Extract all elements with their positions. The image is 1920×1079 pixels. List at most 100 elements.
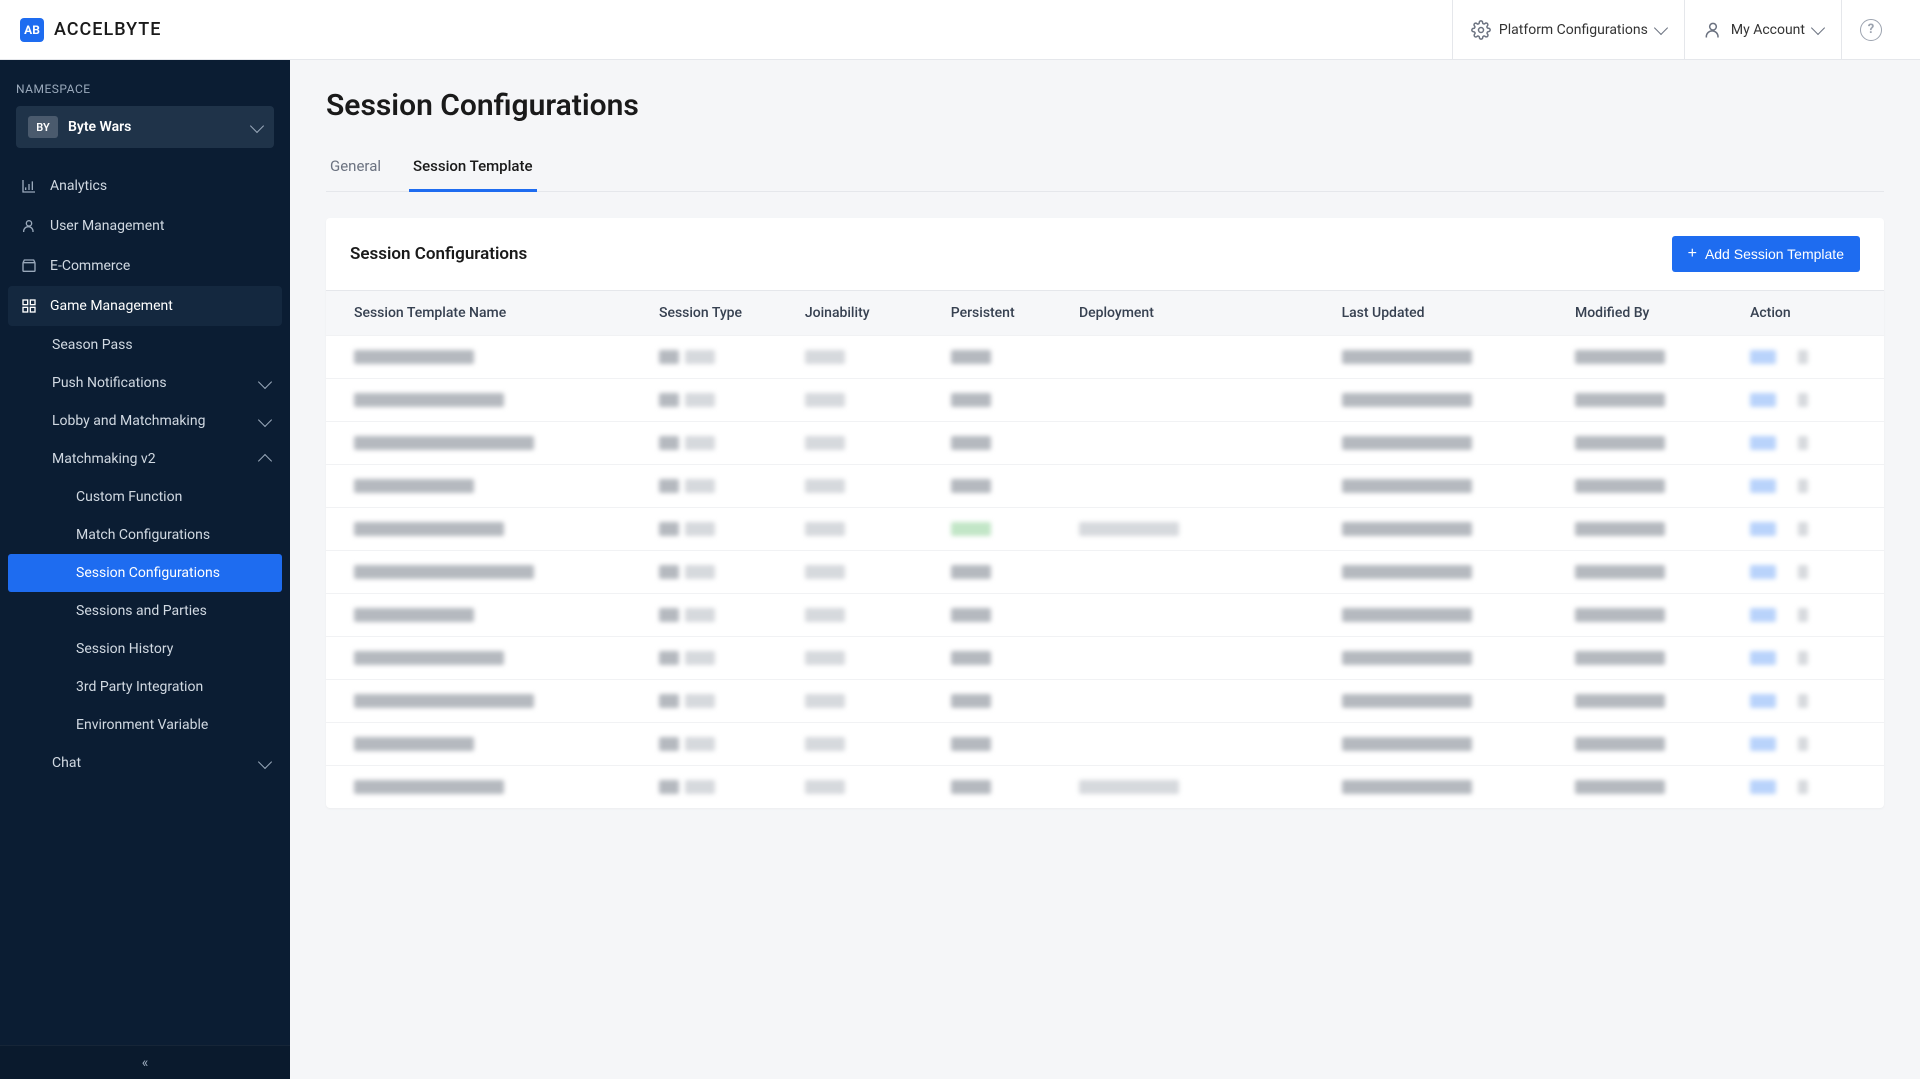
my-account-label: My Account	[1731, 22, 1805, 38]
tabs: General Session Template	[326, 147, 1884, 192]
cell-modified-by	[1563, 680, 1738, 723]
sidebar-item-sessions-parties[interactable]: Sessions and Parties	[0, 592, 290, 630]
my-account-menu[interactable]: My Account	[1684, 0, 1841, 60]
sidebar-item-push-notifications[interactable]: Push Notifications	[0, 364, 290, 402]
cell-name	[326, 422, 647, 465]
cell-last-updated	[1330, 680, 1563, 723]
cell-joinability	[793, 723, 939, 766]
cell-action[interactable]	[1738, 336, 1884, 379]
analytics-icon	[20, 177, 38, 195]
chevron-down-icon	[258, 374, 272, 388]
tab-session-template[interactable]: Session Template	[409, 147, 537, 192]
chevron-up-icon	[258, 453, 272, 467]
cell-modified-by	[1563, 594, 1738, 637]
sidebar-item-label: E-Commerce	[50, 258, 130, 274]
chevron-down-icon	[258, 412, 272, 426]
cell-name	[326, 508, 647, 551]
col-joinability: Joinability	[793, 291, 939, 336]
cell-persistent	[939, 723, 1067, 766]
sidebar-item-e-commerce[interactable]: E-Commerce	[0, 246, 290, 286]
cell-modified-by	[1563, 336, 1738, 379]
cell-session-type	[647, 379, 793, 422]
table-row	[326, 508, 1884, 551]
sidebar-item-lobby-matchmaking[interactable]: Lobby and Matchmaking	[0, 402, 290, 440]
table-row	[326, 637, 1884, 680]
sidebar-collapse-button[interactable]: «	[0, 1045, 290, 1079]
cell-action[interactable]	[1738, 465, 1884, 508]
sidebar-item-matchmaking-v2[interactable]: Matchmaking v2	[0, 440, 290, 478]
cell-joinability	[793, 422, 939, 465]
cell-session-type	[647, 422, 793, 465]
grid-icon	[20, 297, 38, 315]
cell-action[interactable]	[1738, 766, 1884, 809]
sidebar-item-label: Season Pass	[52, 337, 133, 353]
logo[interactable]: AB ACCELBYTE	[20, 18, 161, 42]
sidebar-item-third-party-integration[interactable]: 3rd Party Integration	[0, 668, 290, 706]
sidebar-item-label: Chat	[52, 755, 81, 771]
cell-joinability	[793, 336, 939, 379]
cell-action[interactable]	[1738, 680, 1884, 723]
cell-modified-by	[1563, 637, 1738, 680]
sidebar-item-season-pass[interactable]: Season Pass	[0, 326, 290, 364]
namespace-name: Byte Wars	[68, 119, 242, 135]
cell-action[interactable]	[1738, 551, 1884, 594]
tab-general[interactable]: General	[326, 147, 385, 192]
sidebar-item-session-configurations[interactable]: Session Configurations	[8, 554, 282, 592]
sidebar-item-match-configurations[interactable]: Match Configurations	[0, 516, 290, 554]
namespace-label: NAMESPACE	[0, 60, 290, 106]
table-row	[326, 723, 1884, 766]
cell-action[interactable]	[1738, 723, 1884, 766]
sidebar-item-custom-function[interactable]: Custom Function	[0, 478, 290, 516]
cell-deployment	[1067, 594, 1330, 637]
sidebar-item-chat[interactable]: Chat	[0, 744, 290, 782]
cell-persistent	[939, 379, 1067, 422]
cell-name	[326, 723, 647, 766]
col-modified-by: Modified By	[1563, 291, 1738, 336]
cell-deployment	[1067, 508, 1330, 551]
namespace-selector[interactable]: BY Byte Wars	[16, 106, 274, 148]
cell-action[interactable]	[1738, 422, 1884, 465]
platform-configurations-label: Platform Configurations	[1499, 22, 1648, 38]
cell-last-updated	[1330, 422, 1563, 465]
cell-modified-by	[1563, 723, 1738, 766]
cell-name	[326, 766, 647, 809]
sidebar-item-user-management[interactable]: User Management	[0, 206, 290, 246]
chevron-down-icon	[1811, 21, 1825, 35]
sidebar-item-game-management[interactable]: Game Management	[8, 286, 282, 326]
cell-name	[326, 465, 647, 508]
cell-session-type	[647, 680, 793, 723]
table-row	[326, 422, 1884, 465]
sidebar-item-label: 3rd Party Integration	[76, 679, 203, 695]
sidebar-item-label: Custom Function	[76, 489, 182, 505]
cell-deployment	[1067, 680, 1330, 723]
user-icon	[1703, 20, 1723, 40]
cell-action[interactable]	[1738, 637, 1884, 680]
cell-deployment	[1067, 637, 1330, 680]
col-session-type: Session Type	[647, 291, 793, 336]
cell-deployment	[1067, 379, 1330, 422]
cell-persistent	[939, 336, 1067, 379]
cell-action[interactable]	[1738, 594, 1884, 637]
cell-modified-by	[1563, 379, 1738, 422]
sidebar-item-label: Matchmaking v2	[52, 451, 156, 467]
cell-action[interactable]	[1738, 379, 1884, 422]
sidebar-item-label: Session Configurations	[76, 565, 220, 581]
col-action: Action	[1738, 291, 1884, 336]
store-icon	[20, 257, 38, 275]
sidebar-item-analytics[interactable]: Analytics	[0, 166, 290, 206]
cell-persistent	[939, 422, 1067, 465]
cell-action[interactable]	[1738, 508, 1884, 551]
sidebar-item-environment-variable[interactable]: Environment Variable	[0, 706, 290, 744]
cell-joinability	[793, 551, 939, 594]
logo-icon: AB	[20, 18, 44, 42]
cell-session-type	[647, 465, 793, 508]
help-button[interactable]: ?	[1841, 0, 1900, 60]
col-persistent: Persistent	[939, 291, 1067, 336]
cell-deployment	[1067, 766, 1330, 809]
sidebar-item-label: Match Configurations	[76, 527, 210, 543]
platform-configurations-menu[interactable]: Platform Configurations	[1452, 0, 1684, 60]
cell-name	[326, 680, 647, 723]
gear-icon	[1471, 20, 1491, 40]
add-session-template-button[interactable]: + Add Session Template	[1672, 236, 1860, 272]
sidebar-item-session-history[interactable]: Session History	[0, 630, 290, 668]
